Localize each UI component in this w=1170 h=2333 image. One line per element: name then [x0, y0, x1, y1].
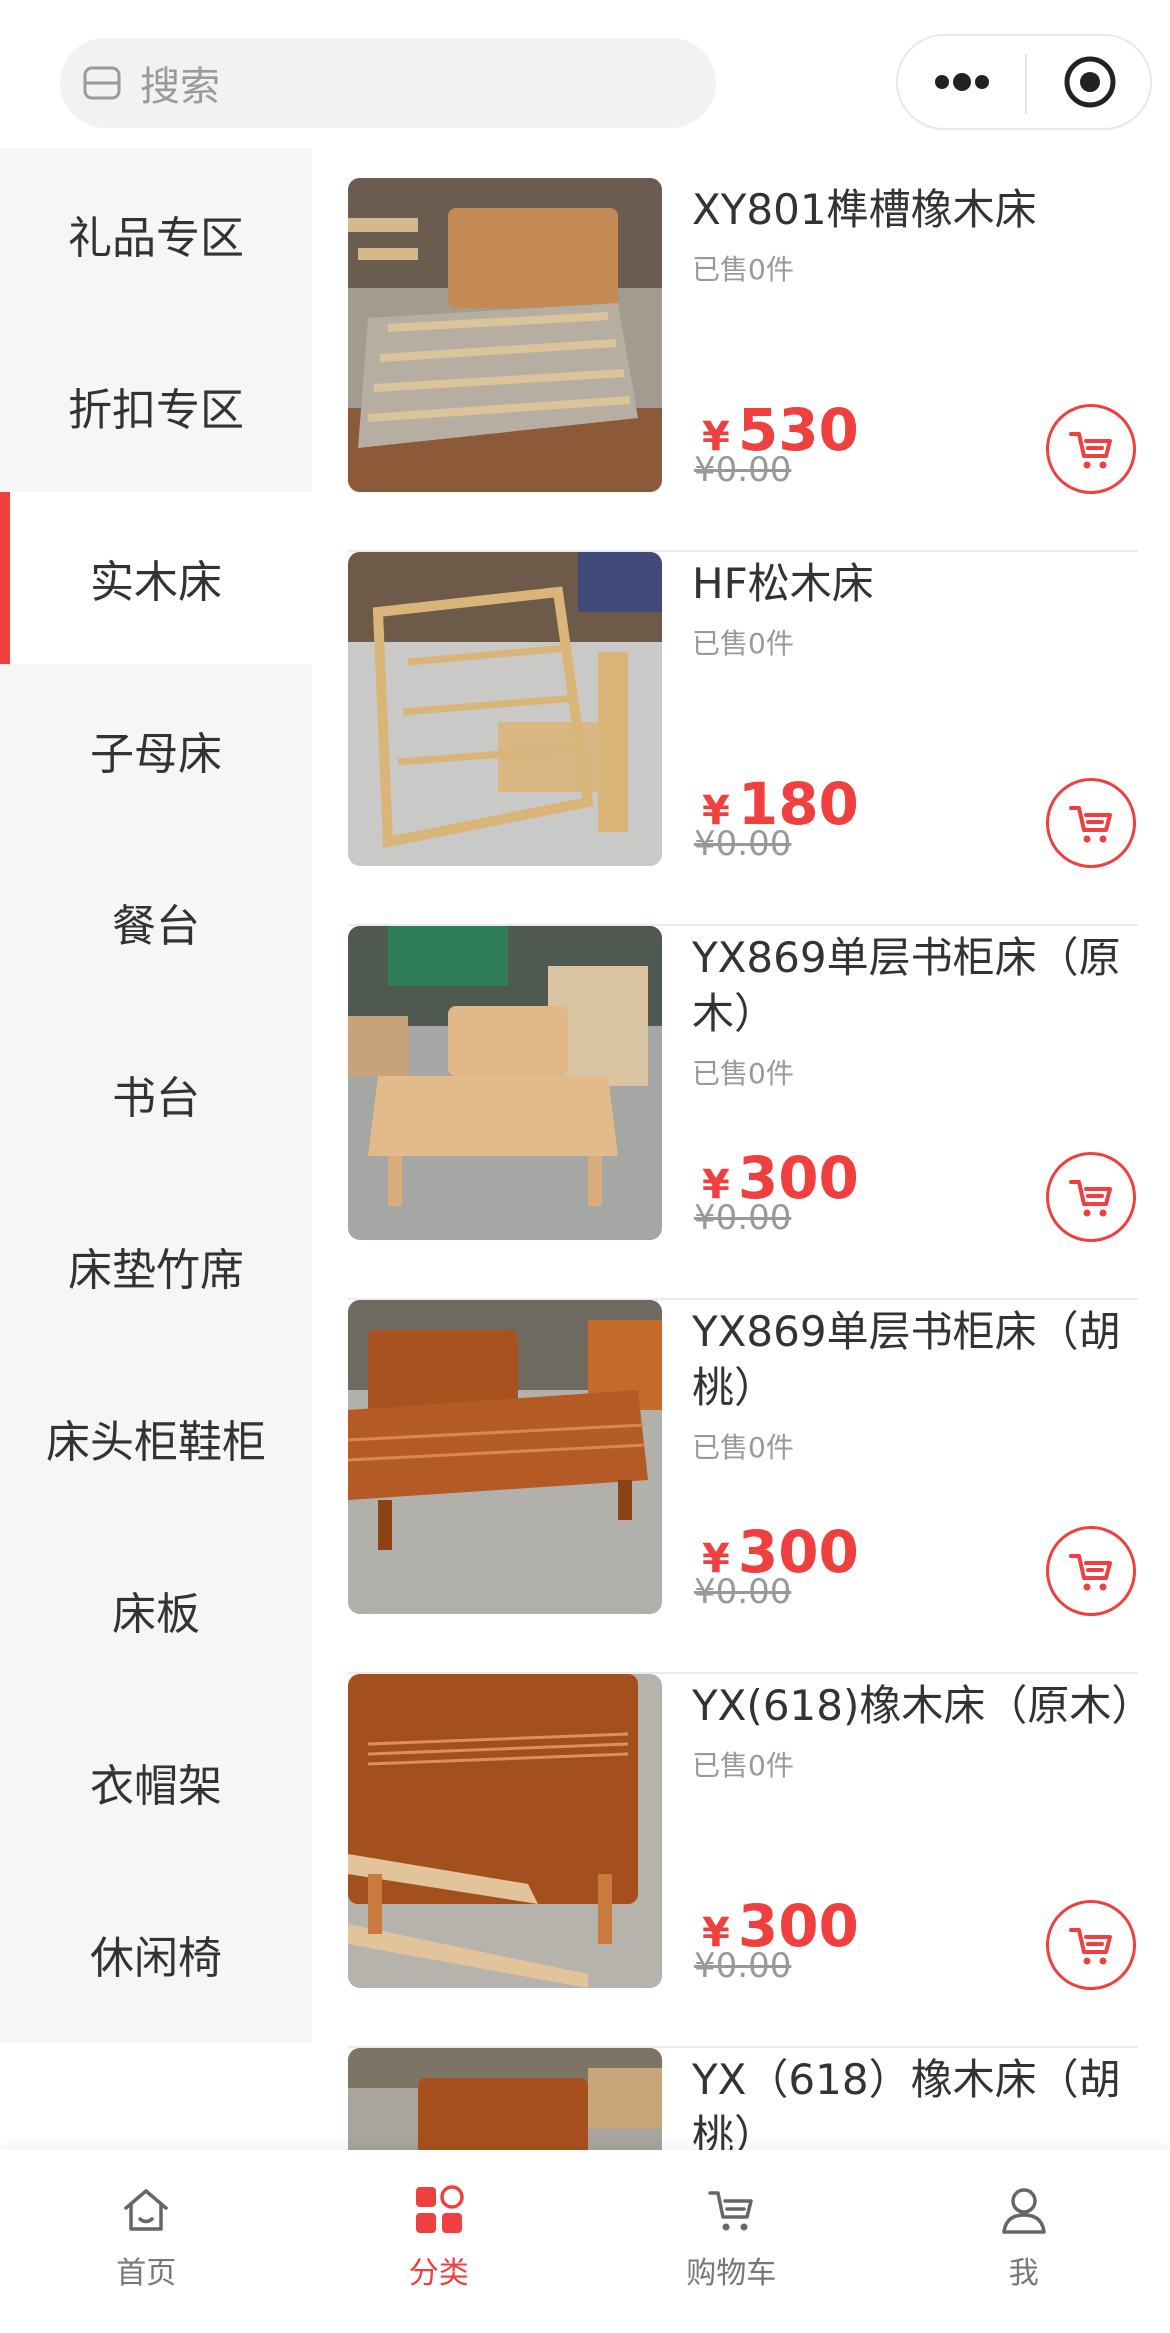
sidebar-item-mattress[interactable]: 床垫竹席: [0, 1180, 312, 1352]
product-title: YX869单层书柜床（原木）: [692, 933, 1121, 1038]
original-price: ¥0.00: [694, 1572, 792, 1612]
original-price: ¥0.00: [694, 450, 792, 490]
sidebar-item-bed-board[interactable]: 床板: [0, 1524, 312, 1696]
product-info: YX(618)橡木床（原木） 已售0件: [692, 1678, 1138, 1784]
miniprogram-capsule: [896, 34, 1152, 130]
sidebar-item-desk[interactable]: 书台: [0, 1008, 312, 1180]
more-dots-icon: [934, 73, 989, 91]
product-image: [348, 178, 662, 492]
add-to-cart-button[interactable]: [1046, 1526, 1136, 1616]
original-price: ¥0.00: [694, 1946, 792, 1986]
product-info: YX869单层书柜床（胡桃） 已售0件: [692, 1304, 1138, 1466]
search-bar[interactable]: 搜索: [60, 38, 716, 128]
sidebar-item-label: 礼品专区: [68, 213, 244, 264]
sidebar-item-coat-rack[interactable]: 衣帽架: [0, 1696, 312, 1868]
original-price: ¥0.00: [694, 824, 792, 864]
close-miniprogram-button[interactable]: [1027, 36, 1152, 128]
product-title: YX（618）橡木床（胡桃）: [692, 2055, 1121, 2150]
user-icon: [1002, 2188, 1046, 2234]
tab-label: 我: [1008, 2256, 1039, 2291]
cart-icon: [1069, 1928, 1112, 1965]
sidebar-item-bunk-bed[interactable]: 子母床: [0, 664, 312, 836]
more-button[interactable]: [898, 36, 1025, 128]
product-title: HF松木床: [692, 559, 874, 608]
product-info: HF松木床 已售0件: [692, 556, 1138, 662]
add-to-cart-button[interactable]: [1046, 1152, 1136, 1242]
sold-count: 已售0件: [692, 1057, 794, 1090]
category-sidebar: 礼品专区 折扣专区 实木床 子母床 餐台 书台 床垫竹席 床头柜鞋柜 床板 衣帽…: [0, 148, 312, 2043]
product-card[interactable]: HF松木床 已售0件 ¥ 180 ¥0.00: [348, 552, 1138, 926]
sidebar-item-label: 床板: [112, 1589, 200, 1640]
product-card[interactable]: YX869单层书柜床（胡桃） 已售0件 ¥ 300 ¥0.00: [348, 1300, 1138, 1674]
bottom-tab-bar: 首页 分类 购物车 我: [0, 2150, 1170, 2333]
product-info: YX869单层书柜床（原木） 已售0件: [692, 930, 1138, 1092]
tab-me[interactable]: 我: [878, 2150, 1170, 2333]
cart-icon: [1069, 1180, 1112, 1217]
product-info: YX（618）橡木床（胡桃）: [692, 2052, 1138, 2150]
cart-icon: [1069, 806, 1112, 843]
cart-icon: [1069, 1554, 1112, 1591]
original-price: ¥0.00: [694, 1198, 792, 1238]
sidebar-item-discount[interactable]: 折扣专区: [0, 320, 312, 492]
sidebar-item-label: 衣帽架: [90, 1761, 222, 1812]
tab-label: 购物车: [686, 2256, 777, 2291]
add-to-cart-button[interactable]: [1046, 1900, 1136, 1990]
product-image: [348, 2048, 662, 2150]
sidebar-item-dining-table[interactable]: 餐台: [0, 836, 312, 1008]
sidebar-item-label: 子母床: [90, 729, 222, 780]
cart-icon: [1069, 432, 1112, 469]
product-list: XY801榫槽橡木床 已售0件 ¥ 530 ¥0.00 HF松木床 已售0件 ¥…: [348, 178, 1138, 2150]
sidebar-item-gifts[interactable]: 礼品专区: [0, 148, 312, 320]
product-image: [348, 926, 662, 1240]
sidebar-item-nightstand[interactable]: 床头柜鞋柜: [0, 1352, 312, 1524]
home-icon: [124, 2189, 168, 2231]
product-card[interactable]: YX（618）橡木床（胡桃）: [348, 2048, 1138, 2150]
tab-label: 首页: [116, 2256, 177, 2291]
sold-count: 已售0件: [692, 253, 794, 286]
sold-count: 已售0件: [692, 1431, 794, 1464]
sidebar-item-label: 实木床: [90, 557, 222, 608]
product-card[interactable]: XY801榫槽橡木床 已售0件 ¥ 530 ¥0.00: [348, 178, 1138, 552]
sidebar-item-lounge-chair[interactable]: 休闲椅: [0, 1868, 312, 2040]
product-card[interactable]: YX(618)橡木床（原木） 已售0件 ¥ 300 ¥0.00: [348, 1674, 1138, 2048]
sidebar-item-label: 折扣专区: [68, 385, 244, 436]
product-info: XY801榫槽橡木床 已售0件: [692, 182, 1138, 288]
sidebar-item-label: 床头柜鞋柜: [46, 1417, 266, 1468]
tab-label: 分类: [408, 2256, 469, 2291]
product-card[interactable]: YX869单层书柜床（原木） 已售0件 ¥ 300 ¥0.00: [348, 926, 1138, 1300]
category-icon: [415, 2185, 464, 2233]
sidebar-item-label: 餐台: [112, 901, 200, 952]
product-image: [348, 1674, 662, 1988]
product-title: YX(618)橡木床（原木）: [692, 1681, 1138, 1730]
add-to-cart-button[interactable]: [1046, 778, 1136, 868]
tab-category[interactable]: 分类: [293, 2150, 586, 2333]
sidebar-item-label: 休闲椅: [90, 1933, 222, 1984]
product-title: XY801榫槽橡木床: [692, 185, 1037, 234]
sidebar-item-label: 书台: [112, 1073, 200, 1124]
sidebar-item-solid-wood-bed[interactable]: 实木床: [0, 492, 312, 664]
sold-count: 已售0件: [692, 627, 794, 660]
top-bar: 搜索: [0, 0, 1170, 150]
sold-count: 已售0件: [692, 1749, 794, 1782]
target-icon: [1064, 56, 1115, 108]
tab-home[interactable]: 首页: [0, 2150, 293, 2333]
product-image: [348, 552, 662, 866]
add-to-cart-button[interactable]: [1046, 404, 1136, 494]
sidebar-item-label: 床垫竹席: [68, 1245, 244, 1296]
search-placeholder: 搜索: [140, 64, 220, 110]
tab-cart[interactable]: 购物车: [585, 2150, 878, 2333]
cart-icon: [708, 2191, 753, 2231]
product-image: [348, 1300, 662, 1614]
scan-icon: [83, 66, 121, 100]
product-title: YX869单层书柜床（胡桃）: [692, 1307, 1121, 1412]
